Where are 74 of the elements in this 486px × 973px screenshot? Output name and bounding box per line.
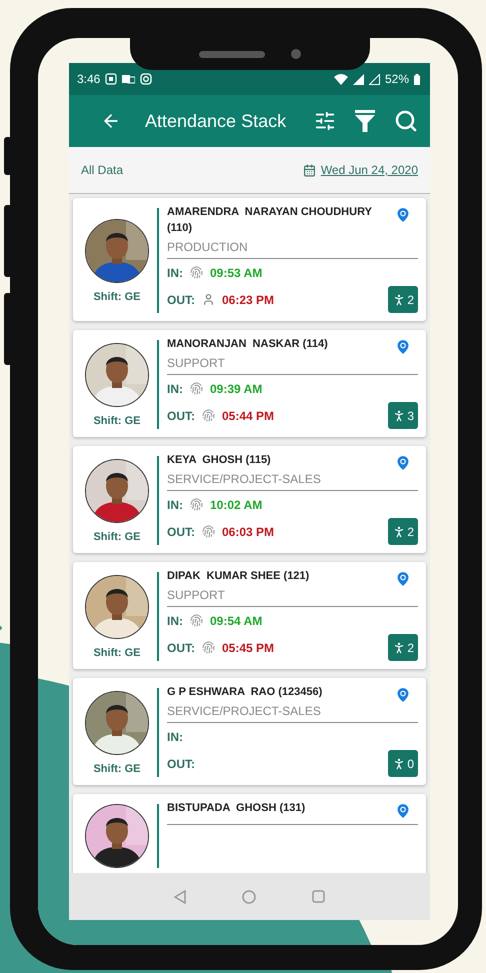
employee-name: BISTUPADA GHOSH (131) <box>167 801 306 816</box>
out-time: 05:45 PM <box>222 640 274 654</box>
shift-label: Shift: GE <box>93 414 141 426</box>
search-button[interactable] <box>394 109 418 133</box>
fingerprint-icon <box>190 382 203 395</box>
employee-card[interactable]: BISTUPADA GHOSH (131) <box>73 794 426 873</box>
in-time: 09:53 AM <box>210 266 262 280</box>
department-label: PRODUCTION <box>167 240 249 254</box>
employee-name: KEYA GHOSH (115) <box>167 453 272 468</box>
sliders-button[interactable] <box>314 110 336 132</box>
employee-name: G P ESHWARA RAO (123456) <box>167 685 324 700</box>
in-label: IN: <box>167 266 183 280</box>
visit-count-badge[interactable]: 2 <box>388 518 418 545</box>
fingerprint-icon <box>190 614 203 627</box>
in-label: IN: <box>167 382 183 396</box>
employee-card[interactable]: Shift: GE MANORANJAN NASKAR (114) SUPPORT IN: 09:39 AM OUT: 05:44 PM 3 <box>73 330 426 437</box>
out-time: 06:03 PM <box>222 524 274 538</box>
toolbar-title: Attendance Stack <box>145 110 286 132</box>
shift-label: Shift: GE <box>93 646 141 658</box>
date-link[interactable]: Wed Jun 24, 2020 <box>302 163 418 177</box>
calendar-icon <box>302 164 316 176</box>
department-label: SUPPORT <box>167 588 226 602</box>
department-label: SERVICE/PROJECT-SALES <box>167 472 322 486</box>
employee-card[interactable]: Shift: GE AMARENDRA NARAYAN CHOUDHURY (110) PRODUCTION IN: 09:53 AM OUT: 06:23 PM 2 <box>73 198 426 321</box>
employee-card[interactable]: Shift: GE G P ESHWARA RAO (123456) SERVICE/PROJECT-SALES IN: OUT: 0 <box>73 678 426 785</box>
wifi-icon <box>334 74 348 84</box>
employee-card[interactable]: Shift: GE DIPAK KUMAR SHEE (121) SUPPORT IN: 09:54 AM OUT: 05:45 PM 2 <box>73 562 426 669</box>
fingerprint-icon <box>202 409 215 422</box>
battery-icon <box>414 74 420 84</box>
status-time: 3:46 <box>77 72 100 86</box>
person-icon <box>202 293 215 306</box>
recents-nav-icon[interactable] <box>312 890 325 903</box>
filter-label: All Data <box>81 163 124 177</box>
signal-icon <box>352 74 364 84</box>
in-label: IN: <box>167 614 183 628</box>
fingerprint-icon <box>202 525 215 538</box>
department-label: SUPPORT <box>167 356 226 370</box>
camera-app-icon <box>140 73 152 85</box>
shift-label: Shift: GE <box>93 762 141 774</box>
employee-card[interactable]: Shift: GE KEYA GHOSH (115) SERVICE/PROJECT-SALES IN: 10:02 AM OUT: 06:03 PM 2 <box>73 446 426 553</box>
visit-count-badge[interactable]: 2 <box>388 634 418 661</box>
out-label: OUT: <box>167 524 195 538</box>
in-time: 10:02 AM <box>210 498 262 512</box>
back-nav-icon[interactable] <box>174 890 186 904</box>
app-notification-icon <box>105 73 118 85</box>
employee-name: MANORANJAN NASKAR (114) <box>167 337 329 352</box>
shift-label: Shift: GE <box>93 530 141 542</box>
out-time: 06:23 PM <box>222 292 274 306</box>
battery-percentage: 52% <box>384 72 409 86</box>
department-label: SERVICE/PROJECT-SALES <box>167 704 322 718</box>
visit-count-badge[interactable]: 0 <box>388 750 418 777</box>
shift-label: Shift: GE <box>93 290 141 302</box>
visit-count-badge[interactable]: 3 <box>388 402 418 429</box>
speaker-grille <box>199 50 265 58</box>
fingerprint-icon <box>202 641 215 654</box>
out-label: OUT: <box>167 640 195 654</box>
in-label: IN: <box>167 498 183 512</box>
employee-name: AMARENDRA NARAYAN CHOUDHURY (110) <box>167 205 373 236</box>
home-nav-icon[interactable] <box>242 890 256 904</box>
app-notification-icon <box>122 73 136 85</box>
fingerprint-icon <box>190 498 203 511</box>
fingerprint-icon <box>190 266 203 279</box>
out-label: OUT: <box>167 756 195 770</box>
in-time: 09:54 AM <box>210 614 262 628</box>
signal-icon <box>368 74 380 84</box>
camera-dot <box>291 49 301 59</box>
employee-name: DIPAK KUMAR SHEE (121) <box>167 569 310 584</box>
in-label: IN: <box>167 730 183 744</box>
in-time: 09:39 AM <box>210 382 262 396</box>
filter-button[interactable] <box>354 109 376 133</box>
visit-count-badge[interactable]: 2 <box>388 286 418 313</box>
out-time: 05:44 PM <box>222 408 274 422</box>
out-label: OUT: <box>167 408 195 422</box>
out-label: OUT: <box>167 292 195 306</box>
